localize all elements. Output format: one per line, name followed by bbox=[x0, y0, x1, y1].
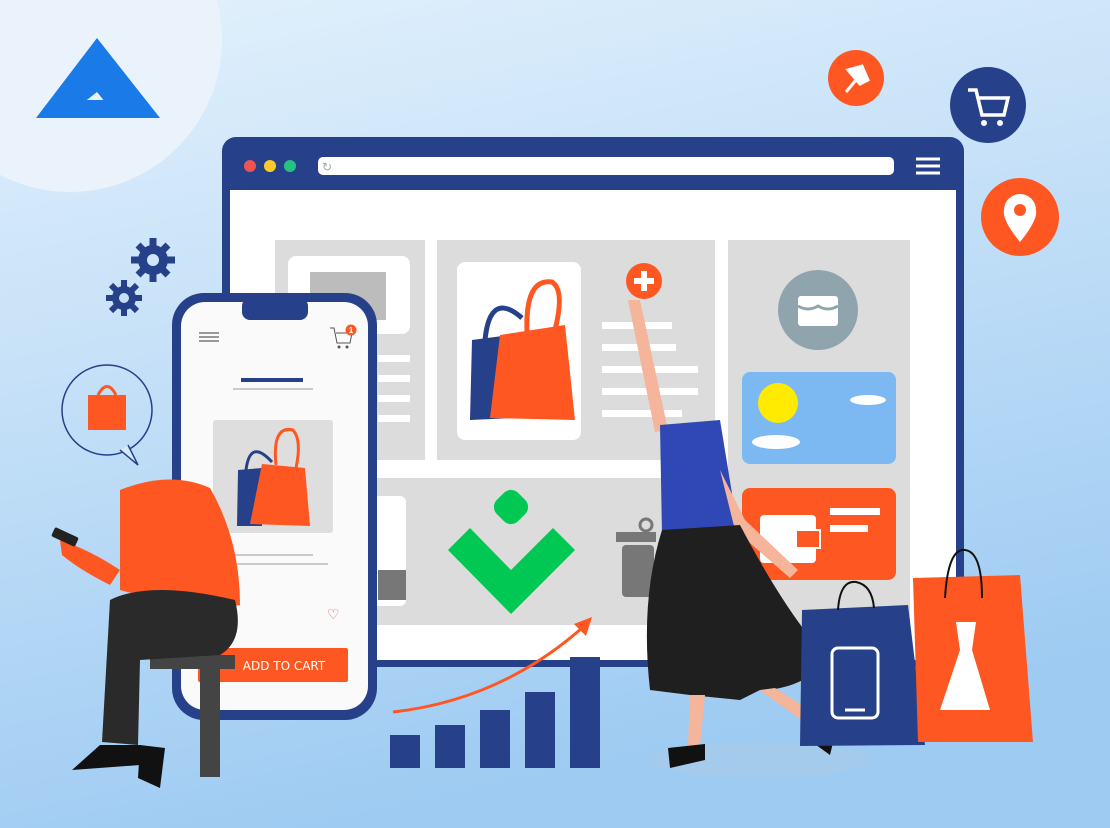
cart-badge-count: 1 bbox=[349, 326, 354, 335]
location-pin-icon bbox=[981, 178, 1059, 256]
growth-bar bbox=[570, 657, 600, 768]
ecommerce-illustration: ↻ 1 ♡ ADD TO CART bbox=[0, 0, 1110, 828]
wallet-card bbox=[742, 488, 896, 580]
product-thumb bbox=[378, 570, 406, 600]
growth-bar bbox=[480, 710, 510, 768]
plus-icon[interactable] bbox=[626, 263, 662, 299]
heart-icon[interactable]: ♡ bbox=[327, 606, 340, 622]
add-to-cart-label: ADD TO CART bbox=[243, 659, 326, 673]
pin-icon bbox=[828, 50, 884, 106]
gear-icon bbox=[106, 280, 142, 316]
window-maximize-dot bbox=[284, 160, 296, 172]
store-icon bbox=[778, 270, 858, 350]
reload-icon[interactable]: ↻ bbox=[322, 160, 332, 174]
shopping-cart-icon bbox=[950, 67, 1026, 143]
image-card bbox=[742, 372, 896, 464]
growth-bar bbox=[435, 725, 465, 768]
window-minimize-dot bbox=[264, 160, 276, 172]
growth-bar bbox=[525, 692, 555, 768]
address-bar[interactable] bbox=[318, 157, 894, 175]
window-close-dot bbox=[244, 160, 256, 172]
phone-title-bar bbox=[241, 378, 303, 382]
growth-bar bbox=[390, 735, 420, 768]
dress-shopping-bag bbox=[913, 548, 1033, 742]
